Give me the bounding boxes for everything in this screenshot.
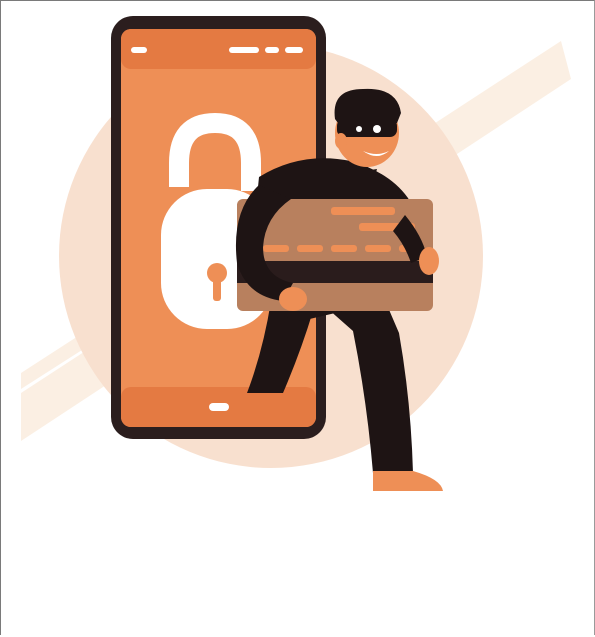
image-frame (0, 0, 595, 635)
phone-theft-illustration (21, 16, 571, 491)
